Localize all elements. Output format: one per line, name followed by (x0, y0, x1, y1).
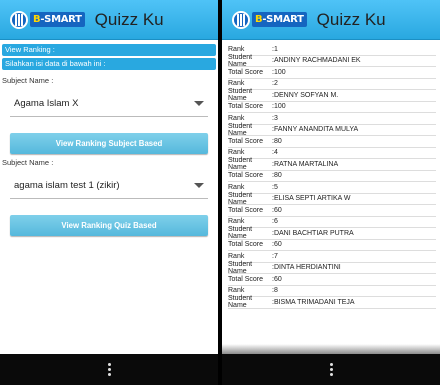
ranking-field-value: :80 (272, 137, 282, 145)
ranking-field-label: Total Score (228, 206, 264, 214)
ranking-field-label: Rank (228, 183, 245, 191)
ranking-field-label: Total Score (228, 241, 264, 249)
ranking-list[interactable]: Rank :1 Student Name :ANDINY RACHMADANI EK T… (222, 40, 440, 309)
ranking-field-value: :60 (272, 275, 282, 283)
app-bar: B-SMART Quizz Ku (0, 0, 218, 40)
ranking-field-value: :RATNA MARTALINA (272, 160, 339, 168)
ranking-results-screen: B-SMART Quizz Ku Rank :1 Student Name :ANDI… (222, 0, 440, 385)
ranking-row-score: Total Score :100 (228, 102, 436, 113)
ranking-row-student: Student Name :FANNY ANANDITA MULYA (228, 122, 436, 137)
ranking-field-value: :DENNY SOFYAN M. (272, 91, 339, 99)
ranking-field-label: Total Score (228, 137, 264, 145)
dropdown-arrow-icon (194, 101, 204, 106)
ranking-field-value: :ELISA SEPTI ARTIKA W (272, 195, 351, 203)
ranking-row-student: Student Name :DINTA HERDIANTINI (228, 260, 436, 275)
ranking-field-label: Student Name (228, 157, 253, 172)
ranking-field-value: :80 (272, 172, 282, 180)
subject-selection-screen: B-SMART Quizz Ku View Ranking : Silahkan… (0, 0, 218, 385)
ranking-field-value: :ANDINY RACHMADANI EK (272, 57, 361, 65)
overflow-menu-icon[interactable] (329, 363, 333, 376)
ranking-field-label: Rank (228, 287, 245, 295)
ranking-row-score: Total Score :80 (228, 136, 436, 148)
instruction-banner: Silahkan isi data di bawah ini : (2, 58, 216, 70)
dropdown-arrow-icon (194, 183, 204, 188)
ranking-field-label: Total Score (228, 172, 264, 180)
ranking-field-label: Rank (228, 218, 245, 226)
view-ranking-quiz-button[interactable]: View Ranking Quiz Based (10, 215, 208, 236)
view-ranking-subject-button[interactable]: View Ranking Subject Based (10, 133, 208, 154)
ranking-field-value: :100 (272, 103, 286, 111)
navigation-bar (222, 354, 440, 385)
app-title: Quizz Ku (316, 9, 386, 29)
logo-text: B-SMART (30, 12, 85, 27)
ranking-field-value: :FANNY ANANDITA MULYA (272, 126, 359, 134)
ranking-row-student: Student Name :ELISA SEPTI ARTIKA W (228, 191, 436, 206)
ranking-row-student: Student Name :ANDINY RACHMADANI EK (228, 53, 436, 68)
app-logo: B-SMART (232, 9, 307, 31)
ranking-field-value: :60 (272, 206, 282, 214)
ranking-row-student: Student Name :BISMA TRIMADANI TEJA (228, 295, 436, 310)
app-title: Quizz Ku (94, 9, 164, 29)
ranking-field-value: :6 (272, 218, 278, 226)
ranking-row-score: Total Score :100 (228, 67, 436, 79)
ranking-field-label: Total Score (228, 103, 264, 111)
ranking-field-label: Student Name (228, 191, 253, 206)
ranking-field-value: :2 (272, 80, 278, 88)
subject-name-label: Subject Name : (2, 76, 54, 85)
ranking-row-student: Student Name :DANI BACHTIAR PUTRA (228, 226, 436, 241)
subject-dropdown[interactable]: Agama Islam X (10, 91, 208, 117)
ranking-row-student: Student Name :DENNY SOFYAN M. (228, 88, 436, 103)
globe-icon (10, 10, 28, 29)
overflow-menu-icon[interactable] (107, 363, 111, 376)
subject-dropdown-value: Agama Islam X (14, 98, 79, 109)
ranking-field-label: Total Score (228, 68, 264, 76)
ranking-field-label: Student Name (228, 53, 253, 68)
navigation-bar (0, 354, 218, 385)
ranking-row-score: Total Score :80 (228, 171, 436, 182)
ranking-field-label: Rank (228, 252, 245, 260)
ranking-field-value: :4 (272, 149, 278, 157)
ranking-field-value: :DANI BACHTIAR PUTRA (272, 229, 354, 237)
ranking-field-value: :7 (272, 252, 278, 260)
view-ranking-banner: View Ranking : (2, 44, 216, 56)
app-logo: B-SMART (10, 9, 85, 31)
ranking-field-label: Student Name (228, 122, 253, 137)
ranking-field-value: :DINTA HERDIANTINI (272, 264, 341, 272)
ranking-field-value: :60 (272, 241, 282, 249)
ranking-row-score: Total Score :60 (228, 274, 436, 286)
app-bar: B-SMART Quizz Ku (222, 0, 440, 40)
ranking-field-label: Student Name (228, 226, 253, 241)
ranking-field-value: :100 (272, 68, 286, 76)
ranking-field-value: :8 (272, 287, 278, 295)
ranking-row-student: Student Name :RATNA MARTALINA (228, 157, 436, 172)
quiz-dropdown[interactable]: agama islam test 1 (zikir) (10, 173, 208, 199)
ranking-field-label: Student Name (228, 88, 253, 103)
scroll-fade (222, 344, 440, 354)
ranking-field-label: Rank (228, 114, 245, 122)
ranking-row-score: Total Score :60 (228, 205, 436, 217)
ranking-field-label: Rank (228, 45, 245, 53)
ranking-field-value: :3 (272, 114, 278, 122)
logo-text: B-SMART (252, 12, 307, 27)
quiz-dropdown-value: agama islam test 1 (zikir) (14, 180, 120, 191)
ranking-field-label: Total Score (228, 275, 264, 283)
ranking-field-label: Student Name (228, 260, 253, 275)
ranking-field-value: :5 (272, 183, 278, 191)
ranking-field-label: Rank (228, 149, 245, 157)
ranking-field-value: :BISMA TRIMADANI TEJA (272, 298, 355, 306)
quiz-subject-name-label: Subject Name : (2, 158, 54, 167)
ranking-field-label: Rank (228, 80, 245, 88)
ranking-row-score: Total Score :60 (228, 240, 436, 251)
ranking-field-value: :1 (272, 45, 278, 53)
globe-icon (232, 10, 250, 29)
ranking-field-label: Student Name (228, 295, 253, 310)
